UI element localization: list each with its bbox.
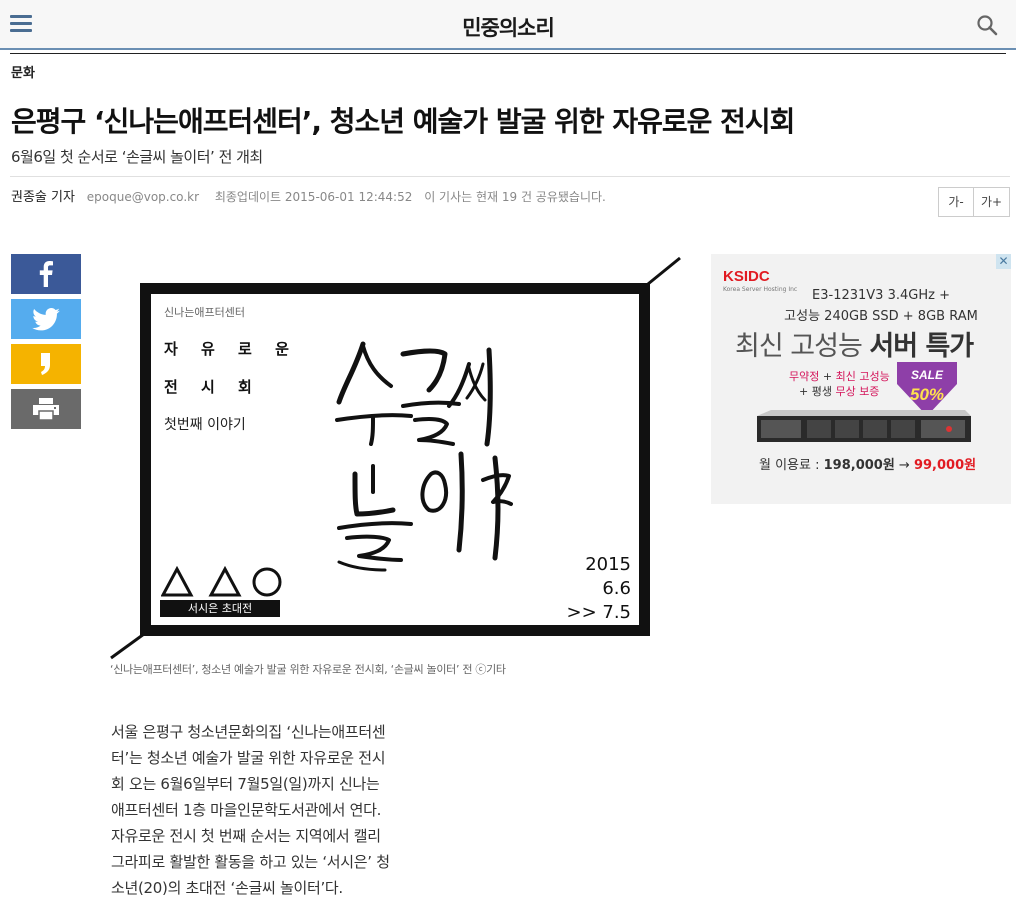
print-icon — [33, 398, 59, 420]
poster-shapes — [161, 566, 282, 597]
poster-tag: 서시은 초대전 — [160, 600, 280, 617]
ad-close-icon[interactable]: ✕ — [996, 254, 1011, 269]
ad-logo: KSIDC — [723, 268, 770, 285]
image-caption: ‘신나는애프터센터’, 청소년 예술가 발굴 위한 자유로운 전시회, ‘손글씨… — [110, 663, 506, 676]
font-size-control: 가- 가+ — [938, 187, 1010, 217]
body-line: 자유로운 전시 첫 번째 순서는 지역에서 캘리 — [111, 827, 381, 845]
ad-spec-line1: E3-1231V3 3.4GHz + — [812, 288, 950, 303]
poster-organizer: 신나는애프터센터 — [164, 306, 245, 319]
share-count: 이 기사는 현재 19 건 공유됐습니다. — [424, 190, 606, 204]
body-line: 회 오는 6월6일부터 7월5일(일)까지 신나는 — [111, 775, 380, 793]
poster-start-date: 6.6 — [602, 578, 631, 599]
author-name: 권종술 기자 — [11, 190, 75, 205]
svg-text:50%: 50% — [910, 385, 944, 404]
author-email[interactable]: epoque@vop.co.kr — [87, 190, 199, 204]
body-line: 터’는 청소년 예술가 발굴 위한 자유로운 전시 — [111, 749, 386, 767]
article-headline: 은평구 ‘신나는애프터센터’, 청소년 예술가 발굴 위한 자유로운 전시회 — [11, 105, 795, 138]
facebook-share-button[interactable] — [11, 254, 81, 294]
advertisement-banner[interactable]: KSIDC Korea Server Hosting Inc E3-1231V3… — [711, 254, 1011, 504]
poster-end-date: >> 7.5 — [566, 602, 631, 623]
facebook-icon — [39, 261, 53, 287]
ad-price: 월 이용료 : 198,000원 → 99,000원 — [759, 458, 977, 473]
kakaostory-share-button[interactable] — [11, 344, 81, 384]
ad-spec-line2: 고성능 240GB SSD + 8GB RAM — [784, 309, 978, 324]
header-divider — [10, 53, 1006, 54]
top-bar: 민중의소리 — [0, 0, 1016, 50]
updated-timestamp: 최종업데이트 2015-06-01 12:44:52 — [214, 190, 413, 204]
article-body: 서울 은평구 청소년문화의집 ‘신나는애프터센 터’는 청소년 예술가 발굴 위… — [111, 719, 421, 898]
search-icon[interactable] — [976, 14, 998, 36]
article-image[interactable]: 신나는애프터센터 자 유 로 운 전 시 회 첫번째 이야기 서시은 초대전 2… — [140, 283, 650, 636]
poster-title-line2: 전 시 회 — [164, 378, 261, 396]
twitter-icon — [32, 307, 60, 330]
poster-title-line1: 자 유 로 운 — [164, 340, 298, 358]
article-meta: 권종술 기자 epoque@vop.co.kr 최종업데이트 2015-06-0… — [11, 186, 606, 205]
category-label[interactable]: 문화 — [11, 62, 35, 81]
poster-title-line3: 첫번째 이야기 — [164, 417, 246, 433]
poster-year: 2015 — [585, 554, 631, 575]
font-larger-button[interactable]: 가+ — [974, 187, 1010, 217]
twitter-share-button[interactable] — [11, 299, 81, 339]
svg-text:SALE: SALE — [911, 368, 944, 382]
print-button[interactable] — [11, 389, 81, 429]
body-line: 그라피로 활발한 활동을 하고 있는 ‘서시은’ 청 — [111, 853, 390, 871]
font-smaller-button[interactable]: 가- — [938, 187, 974, 217]
ad-headline: 최신 고성능 서버 특가 — [735, 331, 974, 362]
meta-divider — [10, 176, 1010, 177]
body-line: 애프터센터 1층 마을인문학도서관에서 연다. — [111, 801, 382, 819]
server-image — [757, 410, 971, 442]
article-subhead: 6월6일 첫 순서로 ‘손글씨 놀이터’ 전 개최 — [11, 148, 263, 166]
kakaostory-icon — [41, 353, 50, 375]
calligraphy-artwork — [335, 341, 513, 572]
site-logo[interactable]: 민중의소리 — [0, 12, 1016, 42]
body-line: 서울 은평구 청소년문화의집 ‘신나는애프터센 — [111, 723, 386, 741]
ad-feature-line2: + 평생 무상 보증 — [799, 385, 880, 398]
ad-feature-line1: 무약정 + 최신 고성능 — [789, 370, 890, 383]
body-line: 소년(20)의 초대전 ‘손글씨 놀이터’다. — [111, 879, 343, 897]
